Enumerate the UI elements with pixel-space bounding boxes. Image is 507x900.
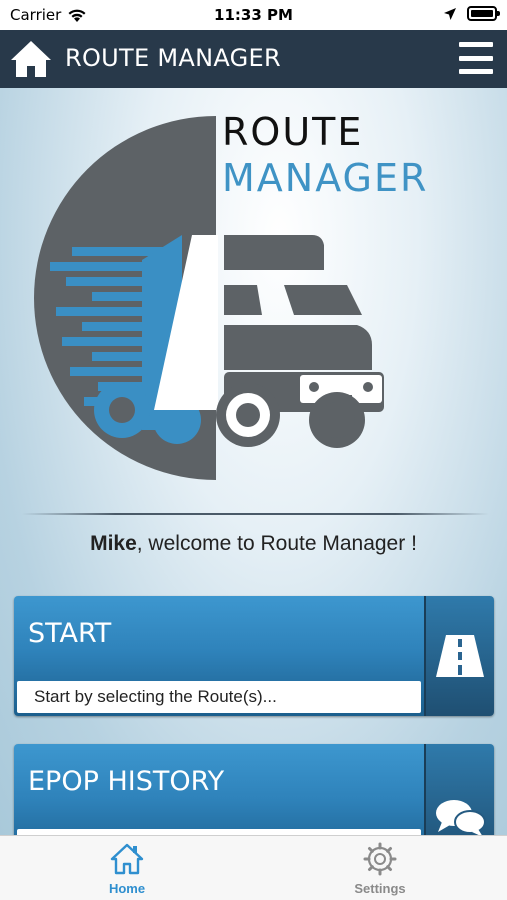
battery-icon — [467, 6, 500, 21]
location-arrow-icon — [444, 7, 456, 20]
epop-history-icon-button[interactable] — [424, 744, 494, 835]
epop-history-card-title: EPOP HISTORY — [28, 766, 225, 797]
start-card-subtitle: Start by selecting the Route(s)... — [17, 681, 421, 713]
route-manager-logo: ROUTE MANAGER — [32, 110, 492, 480]
start-card[interactable]: START Start by selecting the Route(s)... — [14, 596, 494, 716]
tab-settings[interactable]: Settings — [320, 842, 440, 896]
main-content: ROUTE MANAGER Mike, welcome to Route Man… — [0, 88, 507, 835]
divider — [22, 513, 489, 515]
logo-word-route: ROUTE — [222, 110, 364, 154]
home-button[interactable] — [8, 36, 54, 82]
tab-bar: Home Settings — [0, 835, 507, 900]
start-card-icon-button[interactable] — [424, 596, 494, 716]
app-header: ROUTE MANAGER — [0, 30, 507, 88]
tab-home-label: Home — [108, 881, 146, 896]
header-title: ROUTE MANAGER — [65, 44, 281, 72]
welcome-text: , welcome to Route Manager ! — [136, 532, 417, 555]
start-card-main[interactable]: START Start by selecting the Route(s)... — [14, 596, 424, 716]
home-icon — [11, 41, 51, 77]
epop-history-card-main[interactable]: EPOP HISTORY — [14, 744, 424, 835]
road-icon — [436, 635, 484, 677]
status-bar: Carrier 11:33 PM — [0, 0, 507, 30]
menu-line — [459, 42, 493, 47]
start-card-title: START — [28, 618, 112, 649]
welcome-message: Mike, welcome to Route Manager ! — [0, 532, 507, 556]
status-time: 11:33 PM — [214, 6, 293, 24]
user-name: Mike — [90, 532, 137, 555]
status-right — [443, 6, 500, 21]
tab-home[interactable]: Home — [67, 842, 187, 896]
logo-word-manager: MANAGER — [222, 156, 429, 200]
chat-bubbles-icon — [436, 800, 486, 835]
home-icon — [110, 843, 144, 875]
epop-history-card[interactable]: EPOP HISTORY — [14, 744, 494, 835]
menu-line — [459, 69, 493, 74]
gear-icon — [363, 842, 397, 876]
menu-button[interactable] — [459, 42, 493, 74]
tab-settings-label: Settings — [354, 881, 406, 896]
menu-line — [459, 55, 493, 61]
